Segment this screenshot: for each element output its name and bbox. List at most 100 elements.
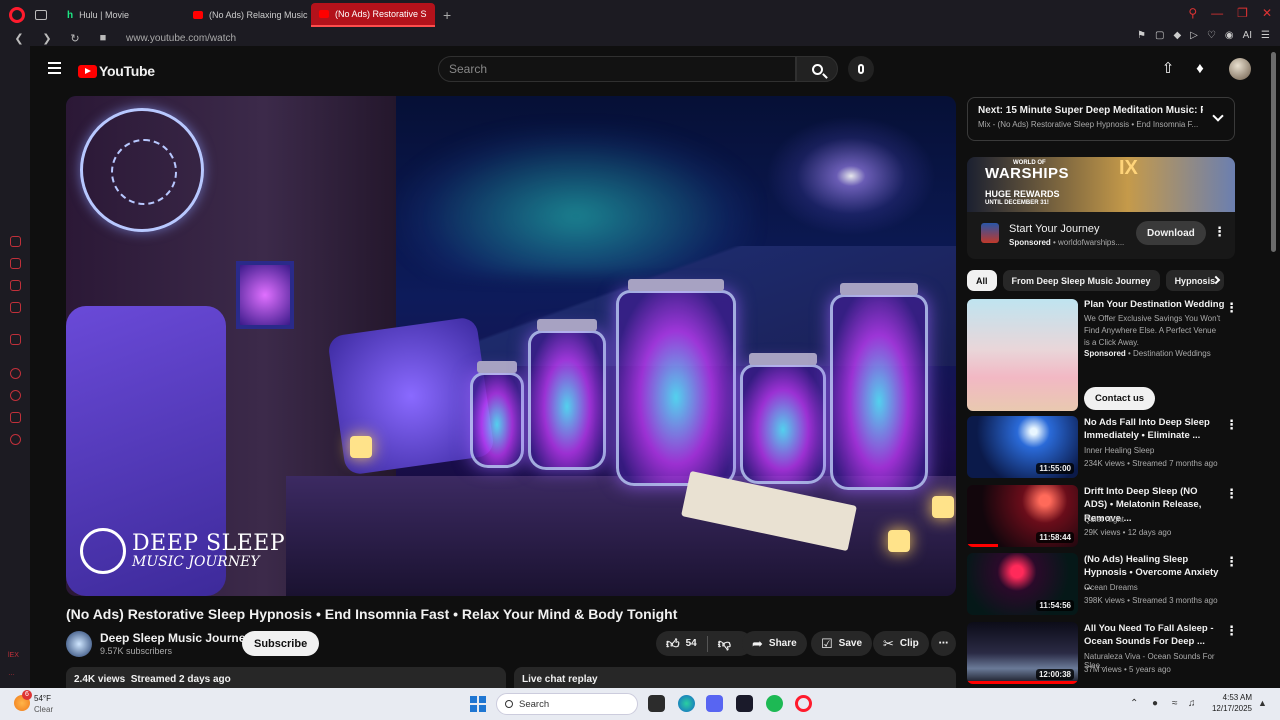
share-button[interactable]: ➦ Share xyxy=(742,631,807,656)
wifi-icon[interactable]: ≈ xyxy=(1172,698,1178,709)
search-button[interactable] xyxy=(796,56,838,82)
list-item[interactable]: 12:00:38 All You Need To Fall Asleep - O… xyxy=(967,622,1238,684)
chip-all[interactable]: All xyxy=(967,270,997,291)
live-chat-replay[interactable]: Live chat replay xyxy=(514,667,956,688)
twitch-icon[interactable] xyxy=(10,334,21,345)
sponsored-recommendation[interactable]: Plan Your Destination Wedding We Offer E… xyxy=(967,299,1238,411)
ad-card[interactable]: WORLD OF WARSHIPS HUGE REWARDS UNTIL DEC… xyxy=(967,157,1235,259)
forward-icon[interactable]: ❯ xyxy=(38,32,56,45)
taskbar-search[interactable]: Search xyxy=(496,693,638,715)
video-thumbnail[interactable]: 11:55:00 xyxy=(967,416,1078,478)
settings-icon[interactable] xyxy=(10,434,21,445)
play-icon[interactable]: ▷ xyxy=(1190,30,1198,41)
maximize-icon[interactable]: ❐ xyxy=(1237,6,1248,20)
video-thumbnail[interactable]: 11:54:56 xyxy=(967,553,1078,615)
clip-button[interactable]: ✂ Clip xyxy=(873,631,929,656)
snapshot-icon[interactable]: ▢ xyxy=(1155,30,1164,41)
up-next-card[interactable]: Next: 15 Minute Super Deep Meditation Mu… xyxy=(967,97,1235,141)
pinboard-icon[interactable] xyxy=(10,412,21,423)
notifications-icon[interactable]: ♦ xyxy=(1192,61,1208,77)
contact-us-button[interactable]: Contact us xyxy=(1084,387,1156,410)
history-icon[interactable] xyxy=(10,390,21,401)
video-thumbnail[interactable]: 12:00:38 xyxy=(967,622,1078,684)
ai-button[interactable]: AI xyxy=(1243,30,1252,41)
rec-more-icon[interactable]: ⋮ xyxy=(1225,418,1238,431)
player-icon[interactable] xyxy=(10,368,21,379)
profile-icon[interactable]: ◉ xyxy=(1225,30,1234,41)
youtube-logo[interactable]: YouTube xyxy=(78,63,155,79)
ad-title[interactable]: Start Your Journey xyxy=(1009,223,1100,235)
description-box[interactable]: 2.4K views Streamed 2 days ago xyxy=(66,667,506,688)
rec-more-icon[interactable]: ⋮ xyxy=(1225,487,1238,500)
url-field[interactable]: www.youtube.com/watch xyxy=(126,33,236,44)
chevron-down-icon[interactable] xyxy=(1212,110,1224,122)
search-input[interactable]: Search xyxy=(438,56,796,82)
close-icon[interactable]: ✕ xyxy=(1262,6,1272,20)
channel-name[interactable]: Deep Sleep Music Journey xyxy=(100,631,252,645)
rec-title[interactable]: All You Need To Fall Asleep - Ocean Soun… xyxy=(1084,622,1220,649)
opera-menu-icon[interactable] xyxy=(9,7,25,23)
microphone-icon[interactable]: ● xyxy=(1152,698,1158,709)
upload-icon[interactable]: ⇧ xyxy=(1160,61,1176,77)
list-item[interactable]: 11:58:44 Drift Into Deep Sleep (NO ADS) … xyxy=(967,485,1238,547)
weather-temperature[interactable]: 54°F xyxy=(34,694,51,703)
ad-more-icon[interactable]: ⋮ xyxy=(1213,225,1226,238)
easy-setup-icon[interactable]: ☰ xyxy=(1261,30,1270,41)
notification-bell-icon[interactable]: ▲ xyxy=(1258,698,1267,708)
list-item[interactable]: 11:54:56 (No Ads) Healing Sleep Hypnosis… xyxy=(967,553,1238,615)
search-tabs-icon[interactable]: ⚲ xyxy=(1188,6,1197,20)
new-tab-button[interactable]: + xyxy=(437,7,457,23)
avatar[interactable] xyxy=(1229,58,1251,80)
edge-icon[interactable] xyxy=(678,695,695,712)
tray-overflow-icon[interactable]: ⌃ xyxy=(1130,698,1138,709)
minimize-icon[interactable]: — xyxy=(1211,6,1223,20)
more-actions-button[interactable]: ⋯ xyxy=(931,631,956,656)
discord-icon[interactable] xyxy=(706,695,723,712)
app-icon[interactable] xyxy=(736,695,753,712)
sponsored-title[interactable]: Plan Your Destination Wedding xyxy=(1084,299,1224,310)
video-thumbnail[interactable]: 11:58:44 xyxy=(967,485,1078,547)
aria-icon[interactable] xyxy=(10,236,21,247)
mail-icon[interactable] xyxy=(10,302,21,313)
list-item[interactable]: 11:55:00 No Ads Fall Into Deep Sleep Imm… xyxy=(967,416,1238,478)
volume-icon[interactable]: ♫ xyxy=(1188,698,1196,709)
heart-icon[interactable]: ♡ xyxy=(1207,30,1216,41)
rec-title[interactable]: No Ads Fall Into Deep Sleep Immediately … xyxy=(1084,416,1220,443)
opera-icon[interactable] xyxy=(795,695,812,712)
page-scrollbar[interactable] xyxy=(1271,52,1276,252)
rec-channel[interactable]: Quiet Night xyxy=(1084,515,1124,524)
save-button[interactable]: ☑ Save xyxy=(811,631,873,656)
subscribe-button[interactable]: Subscribe xyxy=(242,631,320,656)
sidebar-more-icon[interactable]: … xyxy=(8,670,15,677)
task-view-icon[interactable] xyxy=(648,695,665,712)
video-player[interactable]: DEEP SLEEP MUSIC JOURNEY xyxy=(66,96,956,596)
dislike-icon[interactable]: 👎︎ xyxy=(718,636,731,652)
messenger-icon[interactable] xyxy=(10,280,21,291)
chip-channel[interactable]: From Deep Sleep Music Journey xyxy=(1002,270,1160,291)
menu-icon[interactable] xyxy=(48,62,61,74)
sponsored-more-icon[interactable]: ⋮ xyxy=(1225,301,1238,314)
sponsored-thumbnail[interactable] xyxy=(967,299,1078,411)
rec-channel[interactable]: Inner Healing Sleep xyxy=(1084,446,1154,455)
tab-hulu[interactable]: h Hulu | Movie xyxy=(59,3,183,27)
start-button[interactable] xyxy=(470,696,486,712)
rec-more-icon[interactable]: ⋮ xyxy=(1225,555,1238,568)
spotify-icon[interactable] xyxy=(766,695,783,712)
rec-more-icon[interactable]: ⋮ xyxy=(1225,624,1238,637)
vpn-icon[interactable]: ◆ xyxy=(1173,30,1181,41)
clock[interactable]: 4:53 AM 12/17/2025 xyxy=(1206,693,1252,715)
voice-search-button[interactable] xyxy=(848,56,874,82)
rec-channel[interactable]: Ocean Dreams xyxy=(1084,583,1138,592)
back-icon[interactable]: ❮ xyxy=(10,32,28,45)
tab-restorative-sleep[interactable]: (No Ads) Restorative S xyxy=(311,3,435,27)
bookmark-icon[interactable]: ⚑ xyxy=(1137,30,1146,41)
channel-avatar[interactable] xyxy=(66,631,92,657)
extensions-icon[interactable] xyxy=(10,258,21,269)
like-count[interactable]: 54 xyxy=(686,638,697,649)
reload-icon[interactable]: ↻ xyxy=(66,32,84,45)
tab-overview-icon[interactable] xyxy=(35,10,47,20)
tab-relaxing-music[interactable]: (No Ads) Relaxing Music xyxy=(185,3,309,27)
ad-banner[interactable]: WORLD OF WARSHIPS HUGE REWARDS UNTIL DEC… xyxy=(967,157,1235,212)
like-icon[interactable]: 👍︎ xyxy=(666,636,680,652)
download-button[interactable]: Download xyxy=(1136,221,1206,245)
